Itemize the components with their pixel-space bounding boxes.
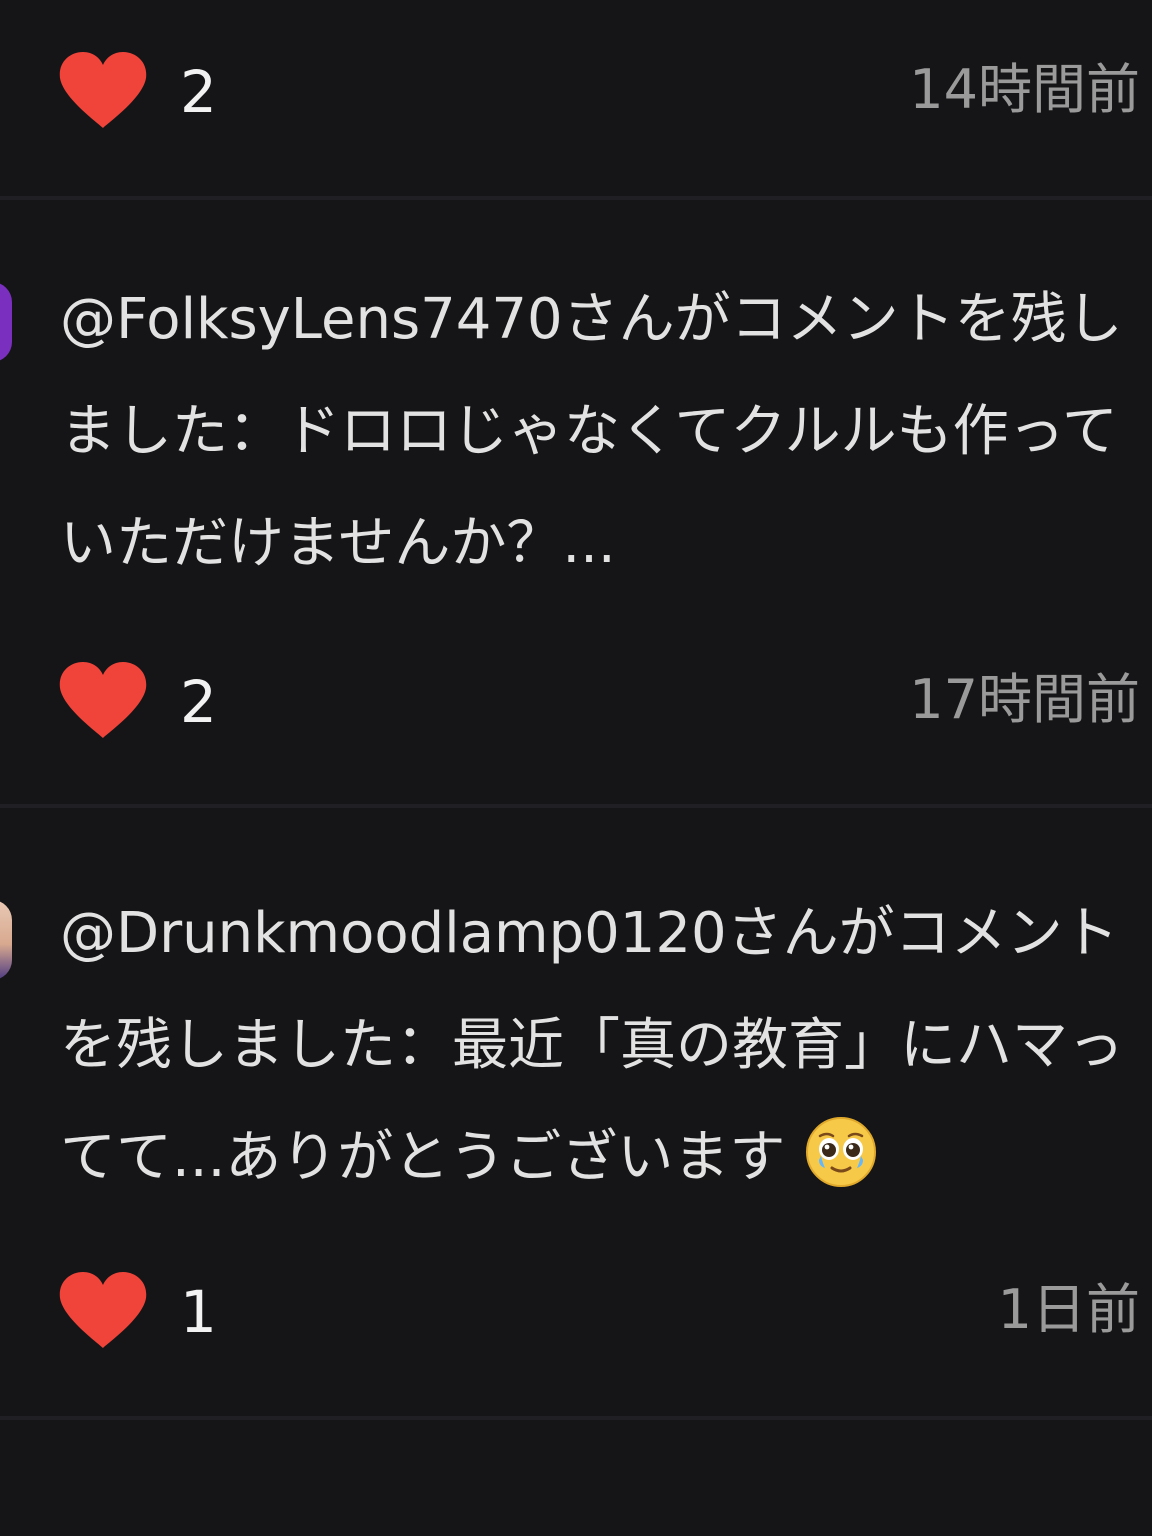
pleading-face-emoji-icon [806,1117,877,1187]
comment-text[interactable]: @Drunkmoodlamp0120さんがコメントを残しました：最近「真の教育」… [60,878,1140,1214]
heart-icon[interactable] [58,660,148,740]
timestamp: 1日前 [997,1278,1140,1341]
timestamp: 14時間前 [909,58,1140,121]
notification-meta-row: 2 17時間前 [0,650,1152,750]
notification-feed: 2 14時間前 @FolksyLens7470さんがコメントを残しました：ドロロ… [0,0,1152,1536]
like-count: 1 [180,1278,217,1346]
notification-meta-row: 2 14時間前 [0,40,1152,140]
heart-icon[interactable] [58,50,148,130]
avatar[interactable] [0,282,12,362]
like-count: 2 [180,58,217,126]
comment-text[interactable]: @FolksyLens7470さんがコメントを残しました：ドロロじゃなくてクルル… [60,264,1140,600]
empty-area [0,1422,1152,1536]
divider [0,804,1152,808]
timestamp: 17時間前 [909,668,1140,731]
divider [0,196,1152,200]
notification-meta-row: 1 1日前 [0,1260,1152,1360]
avatar[interactable] [0,900,12,980]
heart-icon[interactable] [58,1270,148,1350]
divider [0,1416,1152,1420]
comment-body: @Drunkmoodlamp0120さんがコメントを残しました：最近「真の教育」… [60,901,1124,1190]
like-count: 2 [180,668,217,736]
